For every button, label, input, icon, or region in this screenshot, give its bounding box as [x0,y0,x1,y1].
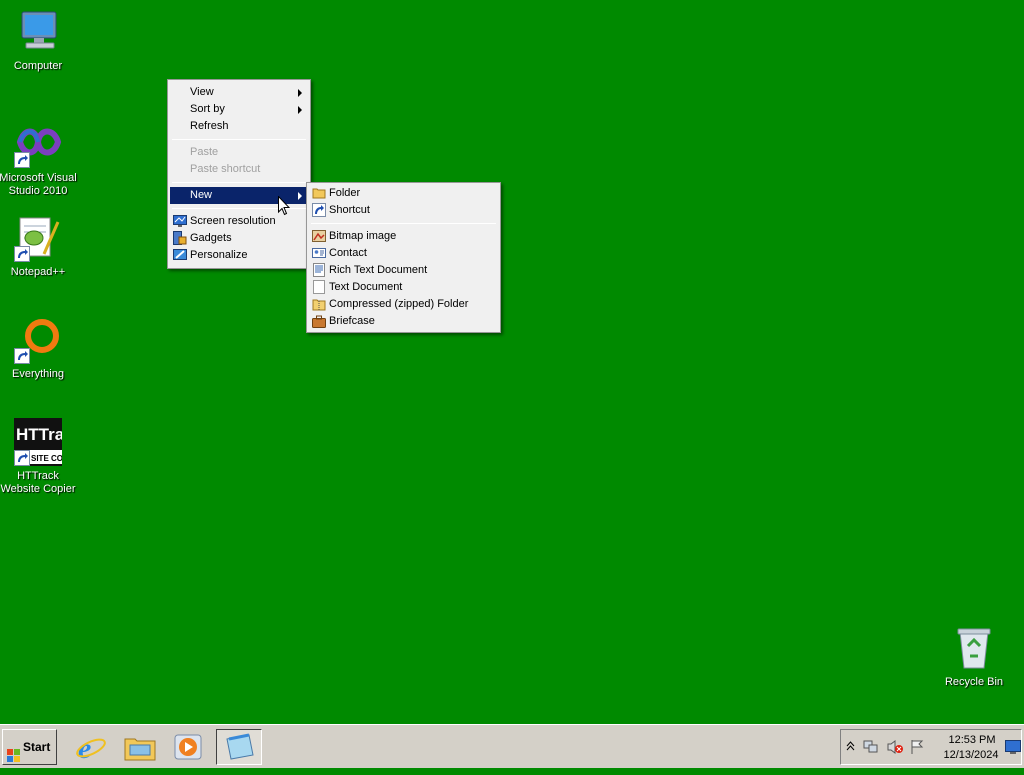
start-button[interactable]: Start [2,729,57,765]
menu-item-view[interactable]: View [170,84,308,101]
menu-item-label: View [190,86,214,98]
menu-item-label: Text Document [329,281,403,293]
new-item-text-document[interactable]: Text Document [309,279,498,296]
menu-item-paste[interactable]: Paste [170,144,308,161]
clock-time[interactable]: 12:53 PM [941,734,1003,746]
shortcut-arrow-icon [14,246,30,262]
screen-resolution-icon [173,214,187,228]
visual-studio-icon [14,120,62,168]
menu-item-paste-shortcut[interactable]: Paste shortcut [170,161,308,178]
gadgets-icon [173,231,187,245]
svg-text:HTTrack: HTTrack [16,425,62,444]
system-tray: 12:53 PM 12/13/2024 [840,729,1022,765]
menu-separator [172,139,306,140]
desktop-icon-label: Everything [12,368,64,380]
file-explorer-icon [124,733,156,764]
desktop-icon-visual-studio[interactable]: Microsoft Visual Studio 2010 [0,120,78,198]
desktop-icon-label: HTTrack Website Copier [0,470,76,495]
taskbar-notepad[interactable] [216,729,262,765]
new-item-briefcase[interactable]: Briefcase [309,313,498,330]
media-player-icon [173,733,205,764]
rich-text-document-icon [312,263,326,277]
menu-item-label: Personalize [190,249,248,261]
submenu-arrow-icon [298,106,302,114]
menu-item-label: Screen resolution [190,215,276,227]
menu-item-label: Compressed (zipped) Folder [329,298,469,310]
menu-item-label: New [190,189,213,201]
menu-item-gadgets[interactable]: Gadgets [170,230,308,247]
desktop-icon-label: Computer [13,60,63,72]
taskbar-media-player[interactable] [166,729,212,765]
desktop-icon-label: Recycle Bin [944,676,1004,688]
new-item-shortcut[interactable]: Shortcut [309,202,498,219]
shortcut-icon [312,203,326,217]
desktop-icon-notepadpp[interactable]: Notepad++ [0,214,78,279]
menu-item-label: Bitmap image [329,230,397,242]
menu-item-refresh[interactable]: Refresh [170,118,308,135]
show-hidden-icons-icon[interactable] [846,740,855,755]
new-item-compressed-folder[interactable]: Compressed (zipped) Folder [309,296,498,313]
httrack-icon: HTTrack SITE COPIER [14,418,84,466]
menu-item-label: Paste shortcut [190,163,261,175]
notepadpp-icon [14,214,62,262]
taskbar-internet-explorer[interactable]: e [68,729,114,765]
submenu-arrow-icon [298,192,302,200]
menu-item-personalize[interactable]: Personalize [170,247,308,264]
menu-item-label: Contact [329,247,367,259]
windows-flag-icon [7,741,21,762]
desktop-icon-httrack[interactable]: HTTrack SITE COPIER HTTrack Website Copi… [0,418,84,496]
menu-item-label: Folder [329,187,361,199]
briefcase-icon [312,314,326,328]
new-item-bitmap-image[interactable]: Bitmap image [309,228,498,245]
new-submenu: Folder Shortcut Bitmap image Contact Ric… [306,182,501,333]
desktop-context-menu: View Sort by Refresh Paste Paste shortcu… [167,79,311,269]
internet-explorer-icon: e [75,732,107,765]
taskbar-explorer[interactable] [117,729,163,765]
show-desktop-icon[interactable] [1005,740,1021,757]
bitmap-image-icon [312,229,326,243]
desktop-icon-recycle-bin[interactable]: Recycle Bin [934,624,1014,689]
taskbar: Start e 12:53 PM 12/13/2024 [0,724,1024,768]
svg-text:SITE COPIER: SITE COPIER [31,454,62,463]
menu-item-label: Rich Text Document [329,264,428,276]
notepad-icon [223,733,255,764]
new-item-rich-text-document[interactable]: Rich Text Document [309,262,498,279]
recycle-bin-icon [950,624,998,672]
everything-icon [14,316,62,364]
new-item-contact[interactable]: Contact [309,245,498,262]
computer-icon [14,8,62,56]
desktop-icon-computer[interactable]: Computer [0,8,78,73]
menu-separator [172,182,306,183]
submenu-arrow-icon [298,89,302,97]
network-icon[interactable] [863,739,879,758]
shortcut-arrow-icon [14,348,30,364]
shortcut-arrow-icon [14,450,30,466]
menu-item-label: Paste [190,146,219,158]
text-document-icon [312,280,326,294]
shortcut-arrow-icon [14,152,30,168]
menu-separator [311,223,496,224]
action-center-flag-icon[interactable] [909,739,925,758]
menu-item-label: Shortcut [329,204,370,216]
zip-folder-icon [312,297,326,311]
mouse-cursor-icon [278,195,291,216]
desktop-icon-everything[interactable]: Everything [0,316,78,381]
volume-muted-icon[interactable] [886,739,904,758]
menu-item-label: Gadgets [190,232,232,244]
menu-item-label: Briefcase [329,315,375,327]
clock-date[interactable]: 12/13/2024 [935,749,1007,761]
menu-item-sort-by[interactable]: Sort by [170,101,308,118]
menu-item-label: Refresh [190,120,229,132]
desktop-icon-label: Notepad++ [10,266,66,278]
desktop-icon-label: Microsoft Visual Studio 2010 [0,172,77,197]
start-label: Start [23,740,51,754]
folder-icon [312,186,326,200]
contact-icon [312,246,326,260]
menu-item-label: Sort by [190,103,225,115]
personalize-icon [173,248,187,262]
new-item-folder[interactable]: Folder [309,185,498,202]
